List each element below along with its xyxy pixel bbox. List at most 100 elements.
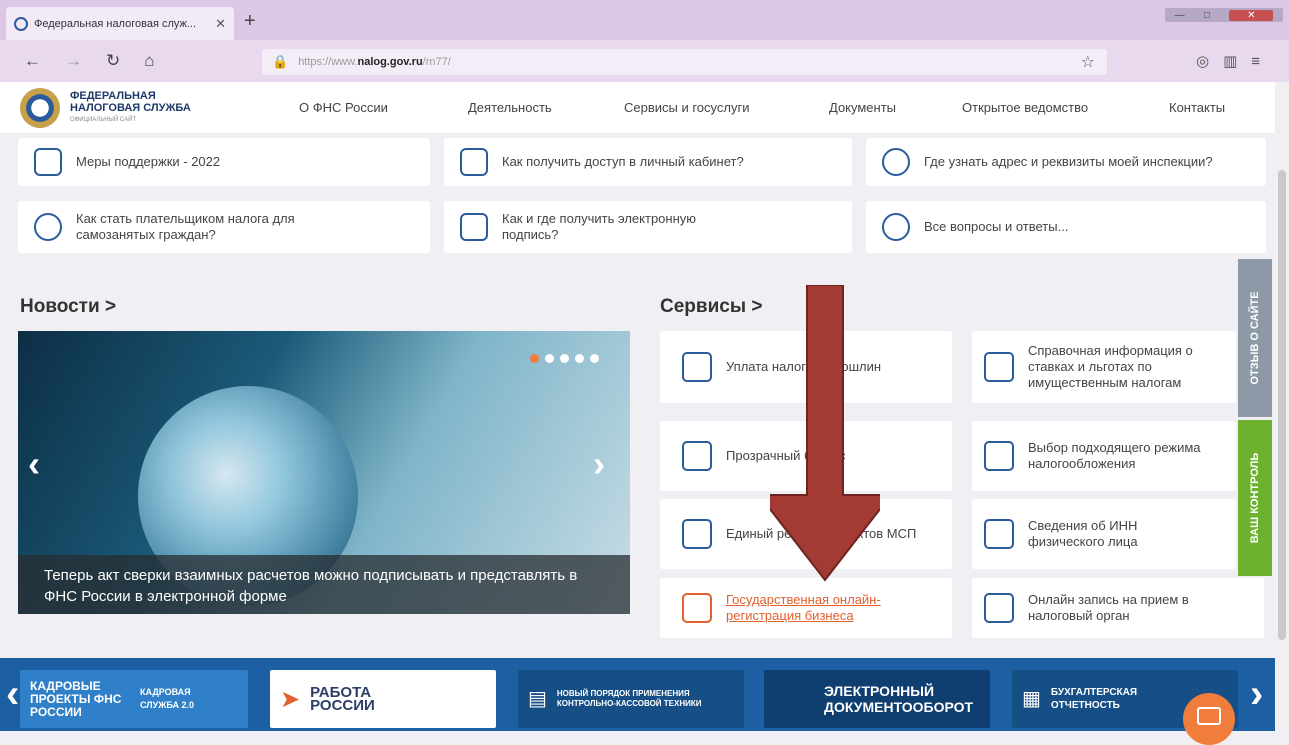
banner-prev-icon[interactable]: ‹ — [6, 672, 19, 717]
lamp-icon — [682, 441, 712, 471]
news-caption[interactable]: Теперь акт сверки взаимных расчетов можн… — [18, 555, 630, 614]
appointment-icon — [984, 593, 1014, 623]
bookmark-star-icon[interactable]: ☆ — [1081, 52, 1095, 72]
reload-icon[interactable]: ↻ — [106, 51, 120, 71]
service-label: Онлайн запись на прием в налоговый орган — [1028, 592, 1189, 623]
lock-icon: 🔒 — [272, 54, 289, 69]
service-label: Выбор подходящего режима налогообложения — [1028, 440, 1201, 471]
slider-prev-icon[interactable]: ‹ — [28, 443, 40, 485]
question-icon — [882, 213, 910, 241]
faq-all-questions[interactable]: Все вопросы и ответы... — [866, 201, 1266, 253]
news-slider[interactable]: ‹ › Теперь акт сверки взаимных расчетов … — [18, 331, 630, 614]
browser-extensions[interactable]: ◎▥≡ — [1196, 52, 1274, 70]
sliders-icon — [984, 441, 1014, 471]
banner-work-russia[interactable]: ➤ РАБОТА РОССИИ — [270, 670, 496, 728]
url-host: nalog.gov.ru — [357, 56, 423, 68]
faq-label: Все вопросы и ответы... — [924, 219, 1069, 234]
news-heading[interactable]: Новости > — [20, 296, 116, 318]
slider-dot[interactable] — [545, 354, 554, 363]
faq-inspection-address[interactable]: Где узнать адрес и реквизиты моей инспек… — [866, 138, 1266, 186]
banner-cash-register[interactable]: ▤ НОВЫЙ ПОРЯДОК ПРИМЕНЕНИЯ КОНТРОЛЬНО-КА… — [518, 670, 744, 728]
back-icon[interactable]: ← — [24, 51, 41, 71]
faq-support-measures[interactable]: Меры поддержки - 2022 — [18, 138, 430, 186]
scrollbar-thumb[interactable] — [1278, 170, 1286, 640]
banner-label: БУХГАЛТЕРСКАЯ ОТЧЕТНОСТЬ — [1050, 687, 1138, 711]
site-favicon-icon — [14, 16, 28, 31]
service-tax-regime[interactable]: Выбор подходящего режима налогообложения — [972, 421, 1236, 491]
banner-label: КАДРОВЫЕ ПРОЕКТЫ ФНС РОССИИ — [30, 678, 122, 719]
menu-about[interactable]: О ФНС России — [299, 100, 388, 115]
forward-icon[interactable]: → — [65, 51, 82, 71]
slider-dots[interactable] — [530, 354, 599, 363]
report-icon: ▦ — [1022, 687, 1041, 710]
site-logo-text[interactable]: ФЕДЕРАЛЬНАЯ НАЛОГОВАЯ СЛУЖБА ОФИЦИАЛЬНЫЙ… — [70, 90, 191, 126]
banner-sub-label: КАДРОВАЯ СЛУЖБА 2.0 — [140, 687, 194, 710]
maximize-icon[interactable]: □ — [1204, 10, 1210, 21]
menu-open-agency[interactable]: Открытое ведомство — [962, 100, 1088, 115]
tab-title: Федеральная налоговая служ... — [34, 17, 197, 30]
faq-label: Меры поддержки - 2022 — [76, 154, 221, 169]
close-tab-icon[interactable]: ✕ — [215, 16, 226, 32]
services-heading[interactable]: Сервисы > — [660, 296, 762, 318]
service-appointment[interactable]: Онлайн запись на прием в налоговый орган — [972, 578, 1264, 638]
feedback-tab[interactable]: ОТЗЫВ О САЙТЕ — [1238, 259, 1272, 417]
banner-hr-projects[interactable]: КАДРОВЫЕ ПРОЕКТЫ ФНС РОССИИ КАДРОВАЯ СЛУ… — [20, 670, 248, 728]
registration-document-icon — [682, 593, 712, 623]
your-control-tab[interactable]: ВАШ КОНТРОЛЬ — [1238, 420, 1272, 576]
banner-label: НОВЫЙ ПОРЯДОК ПРИМЕНЕНИЯ КОНТРОЛЬНО-КАСС… — [556, 689, 702, 708]
faq-label: Как получить доступ в личный кабинет? — [502, 154, 744, 169]
service-link[interactable]: Государственная онлайн-регистрация бизне… — [726, 592, 936, 624]
logo-line-2: НАЛОГОВАЯ СЛУЖБА — [70, 101, 191, 114]
close-window-icon[interactable]: ✕ — [1229, 9, 1274, 21]
fns-logo-icon[interactable] — [20, 87, 60, 128]
logo-line-1: ФЕДЕРАЛЬНАЯ — [70, 89, 156, 102]
pocket-icon[interactable]: ◎ — [1196, 53, 1223, 70]
slider-dot[interactable] — [530, 354, 539, 363]
menu-activity[interactable]: Деятельность — [468, 100, 552, 115]
annotation-arrow-icon — [770, 285, 880, 582]
window-controls[interactable]: — □ ✕ — [1165, 8, 1283, 22]
menu-contacts[interactable]: Контакты — [1169, 100, 1225, 115]
reader-icon[interactable]: ▥ — [1223, 53, 1251, 70]
banner-edo[interactable]: ЭЛЕКТРОННЫЙ ДОКУМЕНТООБОРОТ — [764, 670, 990, 728]
faq-self-employed[interactable]: Как стать плательщиком налога для самоза… — [18, 201, 430, 253]
slider-dot[interactable] — [560, 354, 569, 363]
banner-label: ЭЛЕКТРОННЫЙ ДОКУМЕНТООБОРОТ — [824, 683, 974, 715]
faq-e-signature[interactable]: Как и где получить электронную подпись? — [444, 201, 852, 253]
service-rates-info[interactable]: Справочная информация о ставках и льгота… — [972, 331, 1236, 403]
payment-icon — [682, 352, 712, 382]
banner-label: РАБОТА РОССИИ — [310, 684, 375, 714]
minimize-icon[interactable]: — — [1175, 10, 1185, 21]
url-bar[interactable]: 🔒 https://www. nalog.gov.ru /rn77/ ☆ — [262, 49, 1107, 75]
chat-button[interactable] — [1183, 693, 1235, 745]
account-access-icon — [460, 148, 488, 176]
menu-documents[interactable]: Документы — [829, 100, 896, 115]
new-tab-button[interactable]: + — [244, 10, 256, 33]
slider-dot[interactable] — [590, 354, 599, 363]
faq-label: Где узнать адрес и реквизиты моей инспек… — [924, 154, 1213, 169]
service-label: Справочная информация о ставках и льгота… — [1028, 343, 1193, 390]
feedback-tab-label: ОТЗЫВ О САЙТЕ — [1249, 291, 1261, 385]
faq-label: Как и где получить электронную подпись? — [502, 211, 697, 242]
faq-personal-account[interactable]: Как получить доступ в личный кабинет? — [444, 138, 852, 186]
people-icon — [34, 213, 62, 241]
slider-next-icon[interactable]: › — [593, 443, 605, 485]
url-scheme: https://www. — [298, 56, 358, 68]
banner-next-icon[interactable]: › — [1250, 672, 1263, 717]
emblem-icon — [882, 148, 910, 176]
service-label: Сведения об ИНН физического лица — [1028, 518, 1138, 549]
control-tab-label: ВАШ КОНТРОЛЬ — [1249, 452, 1261, 544]
service-inn-info[interactable]: Сведения об ИНН физического лица — [972, 499, 1236, 569]
cash-register-icon: ▤ — [528, 688, 547, 710]
logo-line-3: ОФИЦИАЛЬНЫЙ САЙТ — [70, 116, 137, 123]
url-path: /rn77/ — [422, 56, 451, 68]
menu-icon[interactable]: ≡ — [1251, 53, 1274, 70]
faq-label: Как стать плательщиком налога для самоза… — [76, 211, 295, 242]
menu-services[interactable]: Сервисы и госуслуги — [624, 100, 749, 115]
service-online-registration[interactable]: Государственная онлайн-регистрация бизне… — [660, 578, 952, 638]
slider-dot[interactable] — [575, 354, 584, 363]
shield-icon — [34, 148, 62, 176]
chat-icon — [1197, 707, 1221, 725]
browser-tab[interactable]: Федеральная налоговая служ... ✕ — [6, 7, 234, 40]
home-icon[interactable]: ⌂ — [144, 51, 154, 71]
